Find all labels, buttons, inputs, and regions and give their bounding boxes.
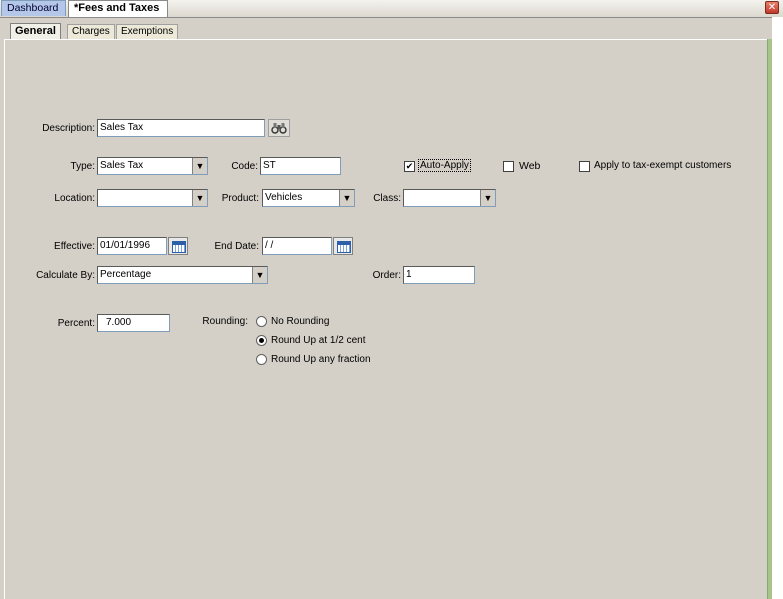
calendar-icon[interactable] [168,237,188,255]
apply-tax-exempt-checkbox[interactable] [579,161,590,172]
tab-general[interactable]: General [10,23,61,40]
product-value: Vehicles [265,192,303,203]
binoculars-icon[interactable] [268,119,290,137]
rounding-label: Rounding: [202,316,248,327]
end-date-label: End Date: [214,241,259,252]
percent-label: Percent: [57,318,95,329]
rounding-radio-any-fraction[interactable] [256,354,267,365]
location-select[interactable]: ▼ [97,189,208,207]
type-label: Type: [70,161,95,172]
location-label: Location: [54,193,95,204]
product-select[interactable]: Vehicles ▼ [262,189,355,207]
chevron-down-icon[interactable]: ▼ [339,190,354,206]
calculate-by-select[interactable]: Percentage ▼ [97,266,268,284]
tab-dashboard[interactable]: Dashboard [1,0,66,16]
code-input[interactable]: ST [260,157,341,175]
tab-charges[interactable]: Charges [67,24,115,39]
rounding-option-any-fraction[interactable]: Round Up any fraction [271,354,371,365]
type-select[interactable]: Sales Tax ▼ [97,157,208,175]
web-checkbox[interactable] [503,161,514,172]
type-value: Sales Tax [100,160,144,171]
document-tab-strip: Dashboard *Fees and Taxes ✕ [0,0,783,18]
description-label: Description: [42,123,95,134]
order-input[interactable]: 1 [403,266,475,284]
chevron-down-icon[interactable]: ▼ [192,190,207,206]
auto-apply-label[interactable]: Auto-Apply [418,159,471,172]
web-label[interactable]: Web [519,160,540,172]
tab-fees-and-taxes[interactable]: *Fees and Taxes [68,0,168,17]
right-margin [772,17,783,599]
class-label: Class: [373,193,401,204]
inner-tab-bar: General Charges Exemptions [5,23,773,40]
description-input[interactable]: Sales Tax [97,119,265,137]
product-label: Product: [221,193,259,204]
tab-exemptions[interactable]: Exemptions [116,24,179,39]
chevron-down-icon[interactable]: ▼ [192,158,207,174]
chevron-down-icon[interactable]: ▼ [252,267,267,283]
effective-date-input[interactable]: 01/01/1996 [97,237,167,255]
code-label: Code: [231,161,258,172]
auto-apply-checkbox[interactable]: ✔ [404,161,415,172]
close-icon[interactable]: ✕ [765,1,779,14]
apply-tax-exempt-label[interactable]: Apply to tax-exempt customers [594,160,731,171]
calculate-by-label: Calculate By: [36,270,95,281]
rounding-radio-half-cent[interactable] [256,335,267,346]
calculate-by-value: Percentage [100,269,152,280]
chevron-down-icon[interactable]: ▼ [480,190,495,206]
rounding-radio-none[interactable] [256,316,267,327]
rounding-option-none[interactable]: No Rounding [271,316,329,327]
end-date-input[interactable]: / / [262,237,332,255]
effective-label: Effective: [54,241,95,252]
calendar-icon[interactable] [333,237,353,255]
order-label: Order: [372,270,401,281]
percent-input[interactable]: 7.000 [97,314,170,332]
class-select[interactable]: ▼ [403,189,496,207]
rounding-option-half-cent[interactable]: Round Up at 1/2 cent [271,335,366,346]
